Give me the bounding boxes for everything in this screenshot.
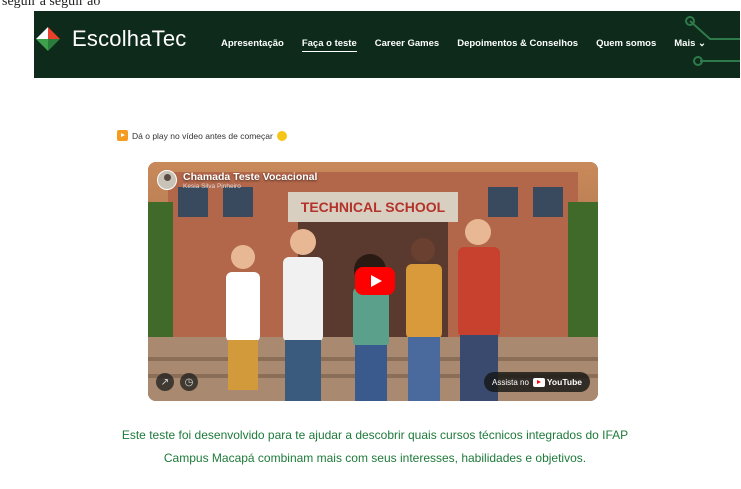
top-strip-text: seguir a seguir ao: [2, 0, 101, 9]
brand[interactable]: EscolhaTec: [34, 25, 187, 53]
brand-logo-icon: [36, 27, 60, 51]
video-left-controls: ↗ ◷: [156, 373, 198, 391]
play-badge-icon: [117, 130, 128, 141]
video-play-button[interactable]: [355, 267, 395, 295]
nav-item-quem-somos[interactable]: Quem somos: [596, 38, 656, 52]
video-title[interactable]: Chamada Teste Vocacional: [183, 171, 317, 183]
nav-item-career-games[interactable]: Career Games: [375, 38, 439, 52]
top-strip: seguir a seguir ao: [0, 0, 741, 11]
video-header: Chamada Teste Vocacional Kesia Silva Pin…: [157, 170, 317, 190]
share-icon[interactable]: ↗: [156, 373, 174, 391]
play-notice: Dá o play no vídeo antes de começar: [117, 130, 287, 141]
site-navbar: EscolhaTec Apresentação Faça o teste Car…: [34, 11, 740, 78]
circuit-decoration: [685, 16, 740, 66]
nav-item-depoimentos[interactable]: Depoimentos & Conselhos: [457, 38, 578, 52]
main-nav: Apresentação Faça o teste Career Games D…: [221, 38, 724, 52]
nav-item-faca-o-teste[interactable]: Faça o teste: [301, 38, 357, 52]
school-sign: TECHNICAL SCHOOL: [301, 199, 446, 215]
clock-icon[interactable]: ◷: [180, 373, 198, 391]
watch-on-label: Assista no: [491, 377, 529, 387]
watch-on-youtube-button[interactable]: Assista no YouTube: [483, 372, 590, 392]
intro-text: Este teste foi desenvolvido para te ajud…: [121, 428, 629, 465]
play-notice-text: Dá o play no vídeo antes de começar: [132, 130, 273, 141]
brand-name: EscolhaTec: [72, 26, 187, 51]
channel-avatar[interactable]: [157, 170, 177, 190]
wink-emoji-icon: [276, 130, 287, 141]
youtube-logo-icon: YouTube: [532, 377, 582, 387]
nav-item-apresentacao[interactable]: Apresentação: [221, 38, 284, 52]
video-channel[interactable]: Kesia Silva Pinheiro: [183, 183, 317, 190]
youtube-video-embed[interactable]: TECHNICAL SCHOOL Chamada Teste Vocaciona…: [148, 162, 598, 401]
youtube-label: YouTube: [546, 377, 582, 387]
